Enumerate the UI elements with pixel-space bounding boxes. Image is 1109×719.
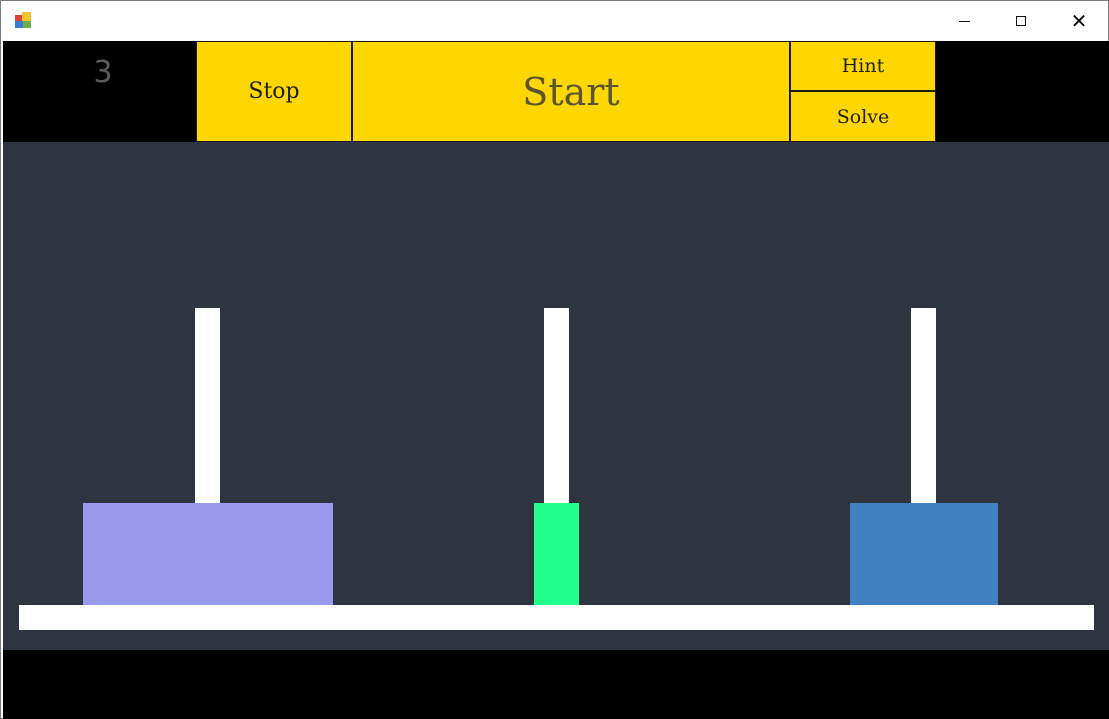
title-bar[interactable]: ✕ [1,1,1108,41]
rod-right[interactable] [911,308,936,504]
stop-button[interactable]: Stop [196,41,352,142]
close-button[interactable]: ✕ [1050,1,1108,41]
minimize-button[interactable] [935,1,993,41]
move-counter: 3 [93,55,113,90]
rod-left[interactable] [195,308,220,504]
toolbar: 3 Stop Start Hint Solve [3,41,1109,142]
board-base [19,605,1094,630]
solve-button[interactable]: Solve [790,91,936,142]
minimize-icon [958,20,970,22]
rod-middle[interactable] [544,308,569,504]
app-window: ✕ 3 Stop Start Hint Solve [0,0,1109,719]
disk-left[interactable] [83,503,333,605]
maximize-button[interactable] [992,1,1050,41]
close-icon: ✕ [1070,9,1088,33]
app-icon [15,12,33,28]
disk-right[interactable] [850,503,998,605]
hint-button[interactable]: Hint [790,41,936,91]
start-button[interactable]: Start [352,41,790,142]
game-board [3,142,1109,650]
disk-middle[interactable] [534,503,579,605]
maximize-icon [1016,16,1026,26]
status-bar [3,650,1109,719]
